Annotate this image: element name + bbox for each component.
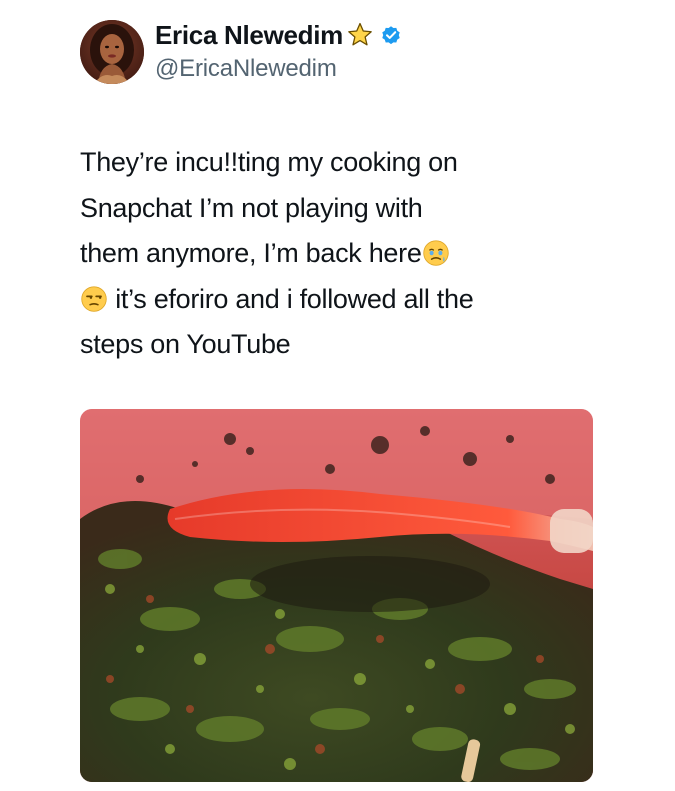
face-holding-back-tears-icon (422, 240, 449, 266)
avatar-photo (80, 20, 144, 84)
tweet-text-segment: They’re inc (80, 147, 209, 177)
author-name-row: Erica Nlewedim (155, 18, 402, 52)
tweet-line-4: it’s eforiro and i followed all the (80, 277, 640, 323)
author-display-name[interactable]: Erica Nlewedim (155, 20, 343, 51)
avatar[interactable] (80, 20, 144, 84)
tweet-text-segment: ting my cooking on (237, 147, 458, 177)
tweet-text-segment: it’s eforiro and i followed all the (108, 283, 474, 314)
cooked-vegetable-soup-photo (80, 409, 593, 782)
tweet-text-smudged-segment: u!! (208, 147, 238, 177)
tweet-line-1: They’re incu!!ting my cooking on (80, 140, 640, 186)
author-handle[interactable]: @EricaNlewedim (155, 55, 337, 83)
verified-badge-icon (382, 26, 400, 45)
star-icon (348, 22, 372, 46)
tweet-text: They’re incu!!ting my cooking on Snapcha… (80, 140, 640, 368)
tweet-text-segment: them anymore, I’m back here (80, 238, 422, 268)
tweet-line-3: them anymore, I’m back here (80, 231, 640, 277)
tweet-line-2: Snapchat I’m not playing with (80, 192, 423, 223)
unamused-face-icon (81, 285, 107, 312)
tweet-line-5: steps on YouTube (80, 329, 291, 359)
tweet-media-image[interactable] (80, 409, 593, 782)
